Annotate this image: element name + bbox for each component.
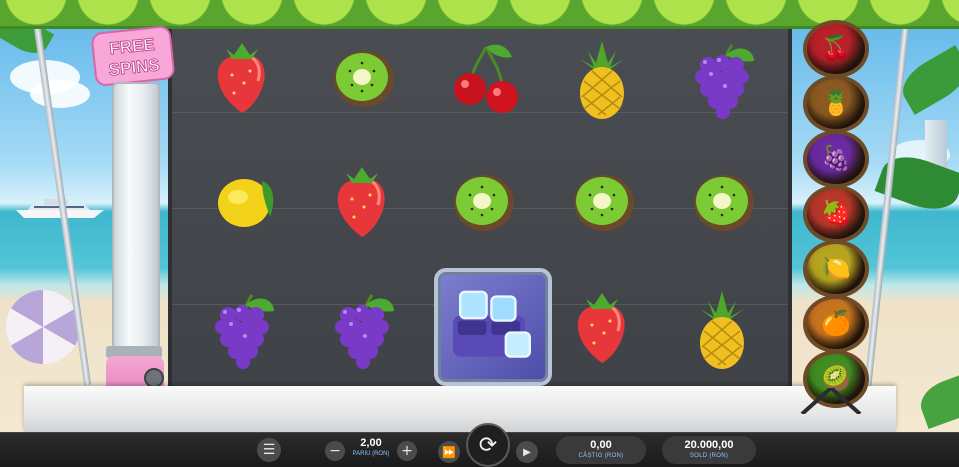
minus-icon: − bbox=[329, 443, 341, 459]
kiwi-icon bbox=[334, 51, 394, 107]
bet-increase-button[interactable]: + bbox=[397, 441, 417, 461]
pineapple-icon bbox=[700, 291, 744, 369]
reel-4-row-2 bbox=[550, 160, 660, 250]
turbo-button[interactable]: ⏩ bbox=[438, 441, 460, 463]
strawberry-icon bbox=[217, 43, 265, 113]
reel-1-row-1 bbox=[190, 36, 300, 126]
reel-2-row-2 bbox=[310, 160, 420, 250]
reel-4-row-1 bbox=[550, 36, 660, 126]
paytable-orb-pineapple: 🍍 bbox=[803, 75, 869, 133]
menu-button[interactable]: ☰ bbox=[257, 438, 281, 462]
paytable-orb-lemon: 🍋 bbox=[803, 240, 869, 298]
cloud bbox=[30, 80, 90, 108]
grapes-icon bbox=[335, 294, 394, 369]
reel-3-row-1 bbox=[430, 36, 540, 126]
reel-3-row-2 bbox=[430, 160, 540, 250]
bet-decrease-button[interactable]: − bbox=[325, 441, 345, 461]
fast-forward-icon: ⏩ bbox=[442, 445, 456, 459]
grapes-icon: 🍇 bbox=[821, 145, 851, 172]
autoplay-button[interactable]: ▶ bbox=[516, 441, 538, 463]
strawberry-icon bbox=[577, 293, 625, 363]
kiwi-icon bbox=[694, 175, 754, 231]
free-spins-sign: FREE SPINS bbox=[91, 26, 175, 86]
paytable-orb-cherries: 🍒 bbox=[803, 20, 869, 78]
palm-leaf-decoration bbox=[914, 370, 959, 430]
plus-icon: + bbox=[401, 443, 413, 459]
game-scene: FREE SPINS 🍒 🍍 🍇 🍓 🍋 🍊 🥝 bbox=[0, 0, 959, 432]
bet-display: 2,00 PARIU (RON) bbox=[348, 437, 394, 458]
bet-value: 2,00 bbox=[360, 437, 382, 449]
bet-label: PARIU (RON) bbox=[352, 451, 390, 457]
win-display: 0,00 CÂȘTIG (RON) bbox=[556, 436, 646, 464]
kiwi-icon bbox=[574, 175, 634, 231]
pineapple-icon bbox=[580, 41, 624, 119]
reel-5-row-3 bbox=[670, 286, 780, 376]
balance-value: 20.000,00 bbox=[684, 439, 734, 451]
paytable-orb-orange: 🍊 bbox=[803, 295, 869, 353]
balance-display: 20.000,00 SOLD (RON) bbox=[662, 436, 756, 464]
cherries-icon: 🍒 bbox=[821, 35, 851, 62]
play-icon: ▶ bbox=[523, 446, 531, 458]
ice-tray-icon bbox=[453, 290, 531, 358]
menu-icon: ☰ bbox=[262, 442, 276, 458]
spin-button[interactable]: ⟳ bbox=[466, 423, 510, 467]
orange-icon: 🍊 bbox=[821, 310, 851, 337]
reel-1-row-3 bbox=[190, 286, 300, 376]
reel-5-row-2 bbox=[670, 160, 780, 250]
lemon-icon bbox=[218, 179, 274, 227]
pineapple-icon: 🍍 bbox=[821, 90, 851, 117]
blender-knob-icon bbox=[144, 368, 164, 388]
reel-1-row-2 bbox=[190, 160, 300, 250]
reel-5-row-1 bbox=[670, 36, 780, 126]
paytable-orb-strawberry: 🍓 bbox=[803, 185, 869, 243]
strawberry-icon bbox=[337, 167, 385, 237]
win-value: 0,00 bbox=[590, 439, 612, 451]
counter-top bbox=[24, 386, 896, 432]
grapes-icon bbox=[695, 44, 754, 119]
beach-ball-decoration bbox=[6, 290, 80, 364]
reel-4-row-3 bbox=[550, 286, 660, 376]
reel-2-row-3 bbox=[310, 286, 420, 376]
paytable-orb-grapes: 🍇 bbox=[803, 130, 869, 188]
kiwi-icon bbox=[454, 175, 514, 231]
win-label: CÂȘTIG (RON) bbox=[578, 453, 624, 459]
balance-label: SOLD (RON) bbox=[689, 453, 729, 459]
grapes-icon bbox=[215, 294, 274, 369]
strawberry-icon: 🍓 bbox=[821, 200, 851, 227]
cherries-icon bbox=[454, 44, 518, 113]
wild-symbol-cell bbox=[434, 268, 552, 386]
orb-stand bbox=[800, 388, 862, 414]
spin-icon: ⟳ bbox=[478, 432, 498, 458]
reel-2-row-1 bbox=[310, 36, 420, 126]
free-spins-tube bbox=[112, 82, 160, 354]
lemon-icon: 🍋 bbox=[821, 255, 851, 282]
